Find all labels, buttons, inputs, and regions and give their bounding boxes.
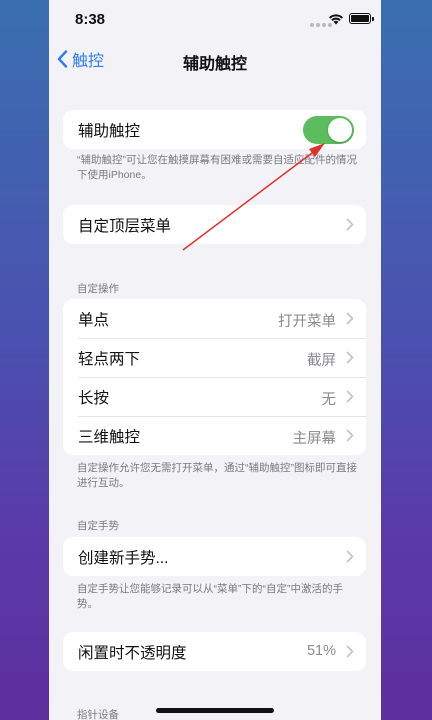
- chevron-right-icon: [346, 550, 354, 563]
- pointer-devices-header: 指针设备: [77, 709, 119, 720]
- assistive-touch-row: 辅助触控: [63, 110, 366, 149]
- status-time: 8:38: [75, 11, 106, 28]
- action-label: 三维触控: [78, 428, 141, 446]
- phone-screen: 8:38 触控 辅助触控 辅助触控 “辅助触控”可让您在触摸屏幕有困难或需要自适…: [49, 0, 381, 720]
- action-row-3d-touch[interactable]: 三维触控 主屏幕: [63, 416, 366, 455]
- battery-tip: [372, 17, 374, 21]
- home-indicator: [156, 708, 274, 713]
- idle-opacity-label: 闲置时不透明度: [78, 644, 187, 662]
- create-gesture-row[interactable]: 创建新手势...: [63, 537, 366, 576]
- idle-opacity-row[interactable]: 闲置时不透明度 51%: [63, 632, 366, 671]
- assistive-touch-toggle[interactable]: [303, 116, 354, 144]
- chevron-right-icon: [346, 390, 354, 403]
- custom-actions-group: 单点 打开菜单 轻点两下 截屏 长按 无 三维触控 主屏幕: [63, 299, 366, 455]
- page-title: 辅助触控: [182, 56, 247, 73]
- custom-actions-header: 自定操作: [77, 283, 119, 295]
- action-value: 主屏幕: [292, 431, 337, 447]
- chevron-right-icon: [346, 218, 354, 231]
- custom-gestures-group: 创建新手势...: [63, 537, 366, 576]
- chevron-right-icon: [346, 429, 354, 442]
- chevron-right-icon: [346, 351, 354, 364]
- action-value: 无: [321, 392, 337, 408]
- assistive-touch-group: 辅助触控: [63, 110, 366, 149]
- assistive-touch-footnote: “辅助触控”可让您在触摸屏幕有困难或需要自适应配件的情况下使用iPhone。: [77, 154, 357, 181]
- custom-actions-footnote: 自定操作允许您无需打开菜单，通过“辅助触控”图标即可直接进行互动。: [77, 462, 357, 489]
- action-label: 长按: [78, 389, 110, 407]
- chevron-right-icon: [346, 645, 354, 658]
- toggle-knob: [328, 118, 352, 142]
- action-row-single-tap[interactable]: 单点 打开菜单: [63, 299, 366, 338]
- customize-menu-group: 自定顶层菜单: [63, 205, 366, 244]
- navigation-bar: 触控 辅助触控: [49, 42, 381, 76]
- wifi-icon: [329, 14, 343, 25]
- action-row-double-tap[interactable]: 轻点两下 截屏: [63, 338, 366, 377]
- customize-top-menu-row[interactable]: 自定顶层菜单: [63, 205, 366, 244]
- custom-gestures-footnote: 自定手势让您能够记录可以从“菜单”下的“自定”中激活的手势。: [77, 583, 343, 610]
- customize-top-menu-label: 自定顶层菜单: [78, 217, 172, 235]
- action-label: 轻点两下: [78, 350, 141, 368]
- custom-gestures-header: 自定手势: [77, 520, 119, 532]
- action-value: 打开菜单: [278, 314, 336, 330]
- status-bar: 8:38: [49, 0, 381, 40]
- idle-opacity-value: 51%: [306, 643, 336, 659]
- action-row-long-press[interactable]: 长按 无: [63, 377, 366, 416]
- action-label: 单点: [78, 311, 110, 329]
- assistive-touch-label: 辅助触控: [78, 122, 141, 140]
- battery-icon: [349, 13, 371, 24]
- idle-opacity-group: 闲置时不透明度 51%: [63, 632, 366, 671]
- chevron-right-icon: [346, 312, 354, 325]
- action-value: 截屏: [307, 353, 336, 369]
- create-gesture-label: 创建新手势...: [78, 549, 169, 567]
